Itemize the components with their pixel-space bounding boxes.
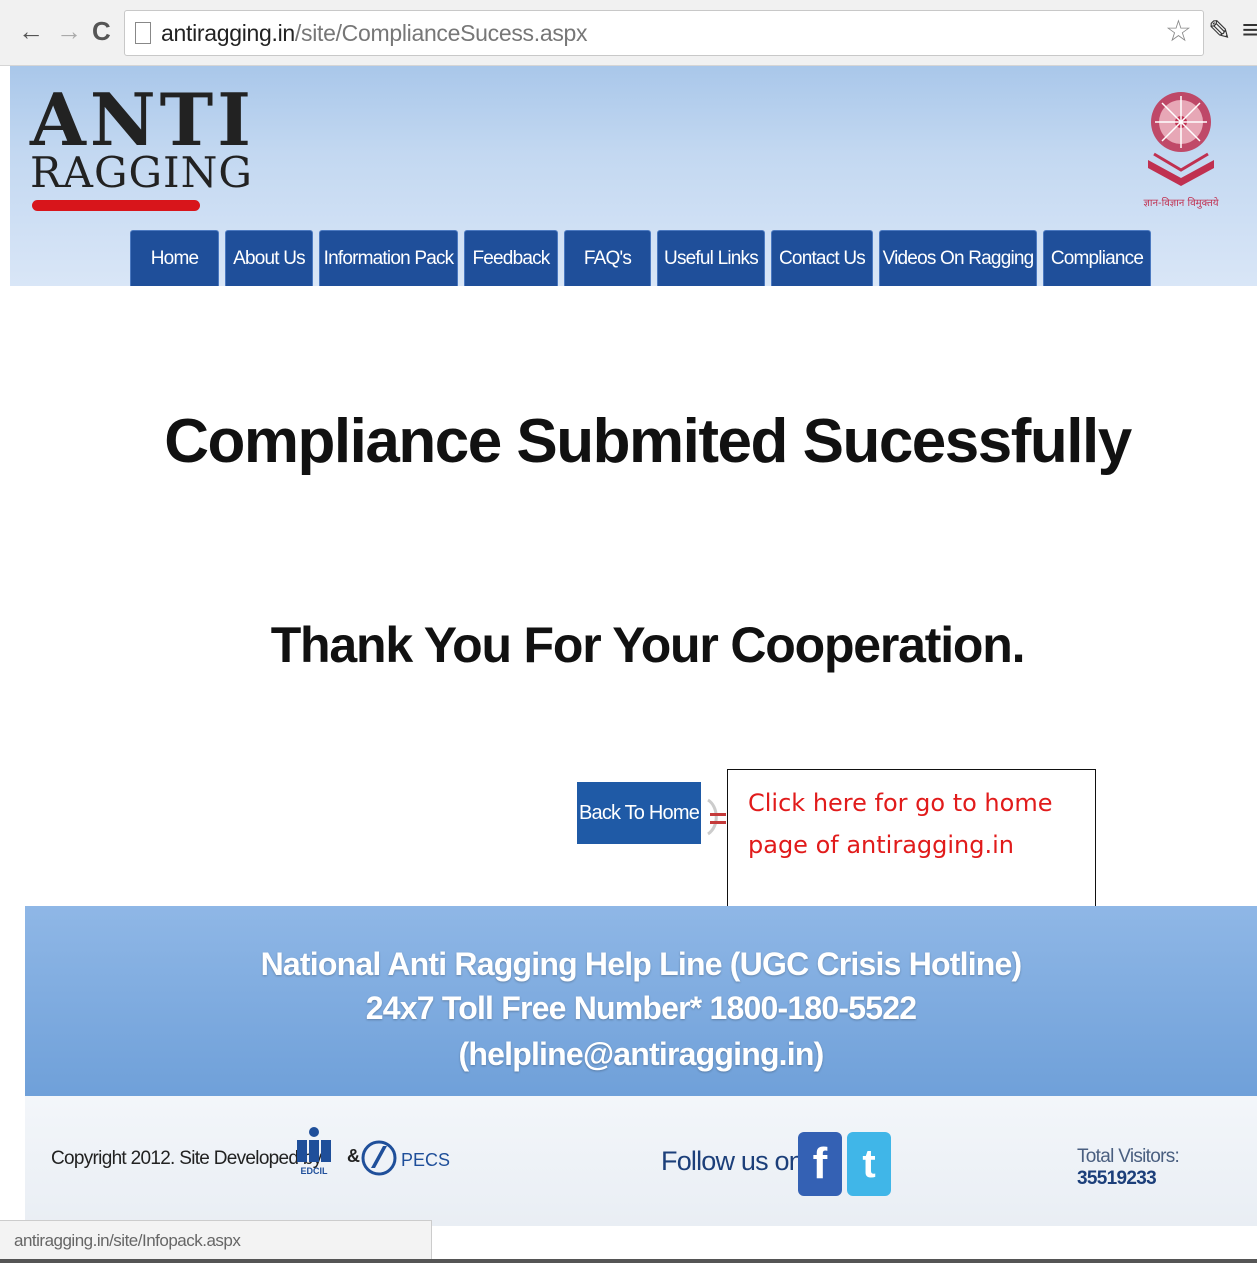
page-icon [135, 22, 151, 44]
tools-icon[interactable]: ✎ [1208, 14, 1231, 47]
anti-ragging-logo[interactable]: ANTI RAGGING [30, 84, 252, 220]
pecs-label: PECS [401, 1150, 450, 1170]
nav-compliance[interactable]: Compliance [1043, 230, 1151, 286]
nav-about-us[interactable]: About Us [225, 230, 313, 286]
ugc-motto: ज्ञान-विज्ञान विमुक्तये [1143, 197, 1218, 209]
main-content: Compliance Submited Sucessfully Thank Yo… [38, 286, 1257, 921]
url-path: /site/ComplianceSucess.aspx [294, 20, 588, 46]
web-page: ANTI RAGGING ज्ञान-विज्ञान विमुक्तये Hom… [10, 66, 1257, 1263]
back-to-home-button[interactable]: Back To Home [577, 782, 701, 844]
helpline-banner: National Anti Ragging Help Line (UGC Cri… [25, 906, 1257, 1096]
nav-contact-us[interactable]: Contact Us [771, 230, 873, 286]
facebook-icon[interactable]: f [798, 1132, 842, 1196]
browser-toolbar: ← → C antiragging.in/site/ComplianceSuce… [0, 0, 1257, 66]
nav-faqs[interactable]: FAQ's [564, 230, 651, 286]
status-bar: antiragging.in/site/Infopack.aspx [0, 1220, 432, 1260]
window-bottom-border [0, 1259, 1257, 1263]
edcil-logo[interactable]: EDCIL [293, 1124, 335, 1178]
address-bar[interactable]: antiragging.in/site/ComplianceSucess.asp… [124, 10, 1204, 56]
ampersand: & [347, 1146, 360, 1166]
nav-home[interactable]: Home [130, 230, 219, 286]
follow-us-label: Follow us on [661, 1146, 804, 1176]
url-host: antiragging.in [161, 20, 295, 46]
helpline-number: 24x7 Toll Free Number* 1800-180-5522 [365, 990, 917, 1026]
site-footer: Copyright 2012. Site Developed by EDCIL … [25, 1096, 1257, 1226]
visitors-count: 35519233 [1077, 1168, 1157, 1189]
edcil-label: EDCIL [301, 1166, 329, 1176]
copyright-text: Copyright 2012. Site Developed by [51, 1148, 322, 1169]
twitter-icon[interactable]: t [847, 1132, 891, 1196]
nav-information-pack[interactable]: Information Pack [319, 230, 458, 286]
visitors-label: Total Visitors: [1077, 1146, 1180, 1167]
nav-feedback[interactable]: Feedback [464, 230, 558, 286]
page-title: Compliance Submited Sucessfully [164, 407, 1132, 476]
nav-videos-on-ragging[interactable]: Videos On Ragging [879, 230, 1037, 286]
ugc-emblem-icon: ज्ञान-विज्ञान विमुक्तये [1143, 92, 1219, 209]
logo-line1: ANTI [30, 77, 255, 162]
instruction-callout: Click here for go to home page of antira… [727, 769, 1096, 921]
menu-icon[interactable]: ≡ [1242, 14, 1257, 46]
reload-icon[interactable]: C [92, 16, 111, 46]
content-notch [32, 306, 40, 324]
logo-line2: RAGGING [30, 148, 253, 197]
helpline-email[interactable]: (helpline@antiragging.in) [25, 1036, 1257, 1073]
status-url: antiragging.in/site/Infopack.aspx [14, 1231, 241, 1250]
nav-useful-links[interactable]: Useful Links [657, 230, 765, 286]
logo-red-bar [32, 200, 200, 211]
helpline-title: National Anti Ragging Help Line (UGC Cri… [260, 946, 1023, 982]
callout-text: Click here for go to home page of antira… [748, 789, 1053, 859]
star-icon[interactable]: ☆ [1165, 14, 1192, 49]
forward-icon[interactable]: → [56, 16, 82, 46]
visitor-counter: Total Visitors: 35519233 [1077, 1146, 1257, 1190]
back-icon[interactable]: ← [18, 16, 44, 46]
thank-you-message: Thank You For Your Cooperation. [270, 617, 1026, 673]
url-text: antiragging.in/site/ComplianceSucess.asp… [161, 20, 588, 47]
pecs-logo[interactable]: PECS [361, 1138, 461, 1178]
